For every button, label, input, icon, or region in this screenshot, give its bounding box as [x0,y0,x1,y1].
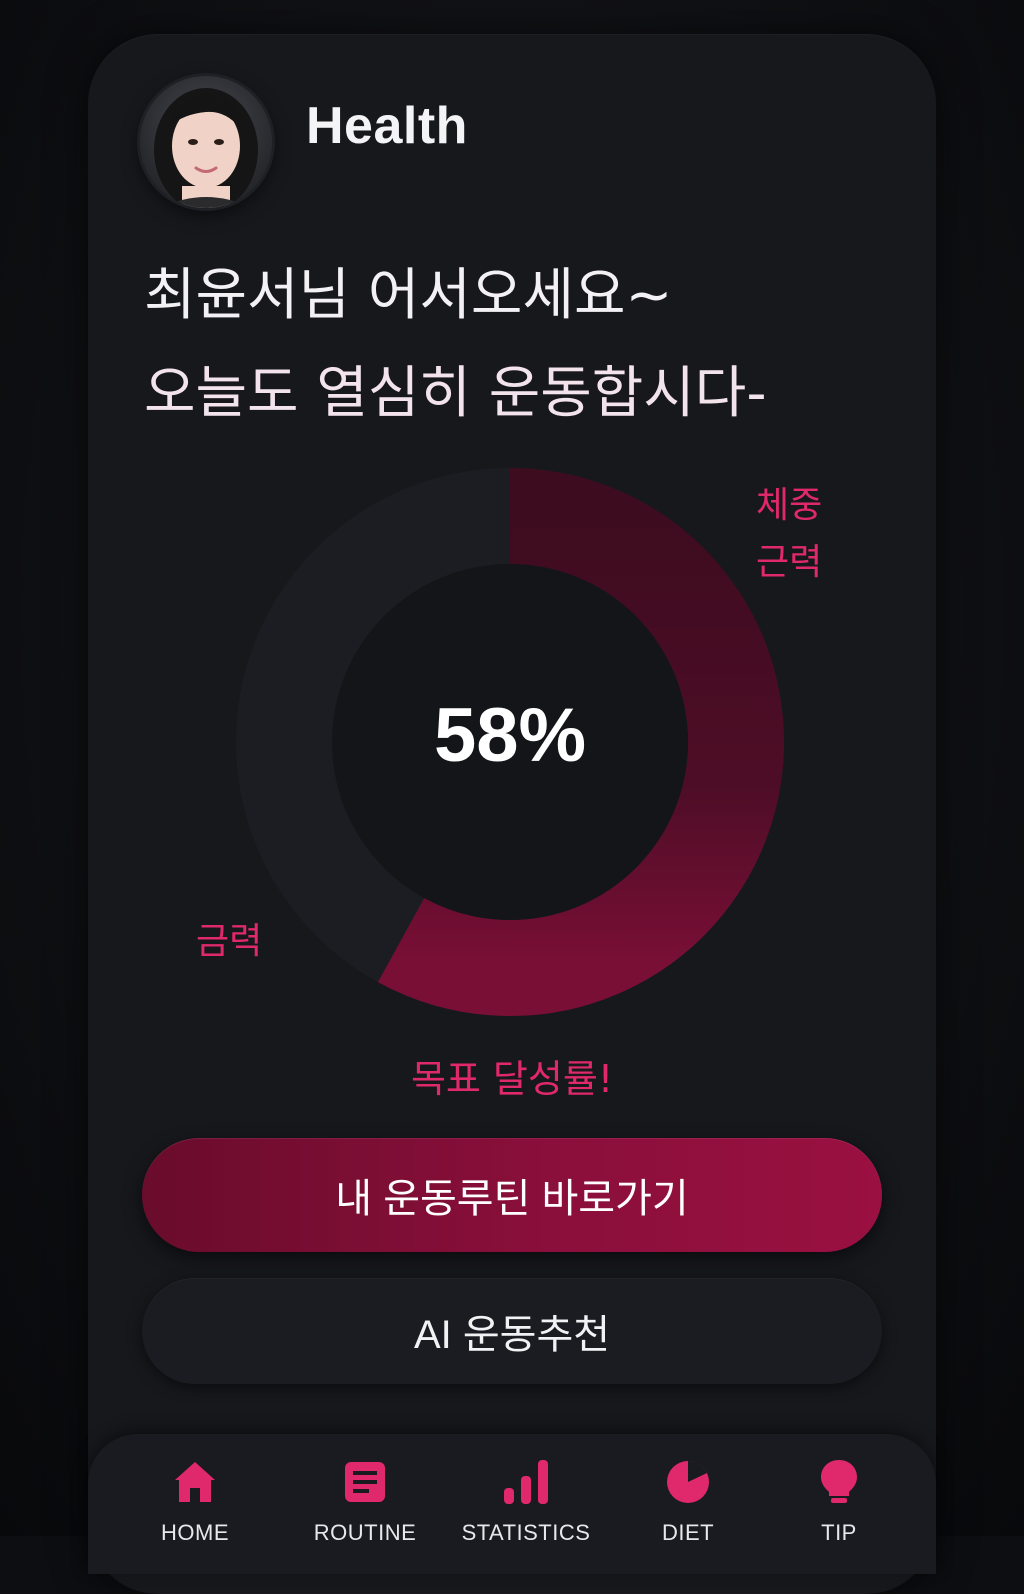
greeting-line-2: 오늘도 열심히 운동합시다- [144,361,767,426]
nav-item-statistics[interactable]: STATISTICS [456,1458,596,1546]
nav-item-home[interactable]: HOME [125,1458,265,1546]
avatar-image [140,76,272,208]
nav-item-diet[interactable]: DIET [618,1458,758,1546]
pie-icon [667,1461,709,1503]
label-strength: 금력 [196,921,263,962]
my-routine-button[interactable]: 내 운동루틴 바로가기 [142,1138,882,1252]
app-title: Health [306,97,468,155]
nav-label-tip: TIP [821,1520,857,1545]
nav-label-statistics: STATISTICS [461,1520,591,1545]
screen: Health 최윤서님 어서오세요~ 오늘도 열심히 운동합시다- 58% 체중… [0,0,1024,1594]
ai-recommend-button[interactable]: AI 운동추천 [142,1278,882,1384]
label-weight: 체중 [756,485,823,526]
nav-label-home: HOME [161,1520,229,1545]
progress-percent: 58% [433,693,587,778]
avatar[interactable] [140,76,272,208]
goal-label: 목표 달성률! [410,1057,614,1101]
greeting-line-1: 최윤서님 어서오세요~ [144,263,673,328]
nav-item-tip[interactable]: TIP [769,1458,909,1546]
lightbulb-icon [821,1460,857,1503]
nav-label-routine: ROUTINE [313,1520,417,1545]
label-muscle: 근력 [756,542,823,583]
nav-item-routine[interactable]: ROUTINE [295,1458,435,1546]
nav-label-diet: DIET [661,1520,715,1545]
home-icon [175,1462,215,1502]
document-icon [345,1462,385,1502]
bar-chart-icon [504,1460,548,1504]
